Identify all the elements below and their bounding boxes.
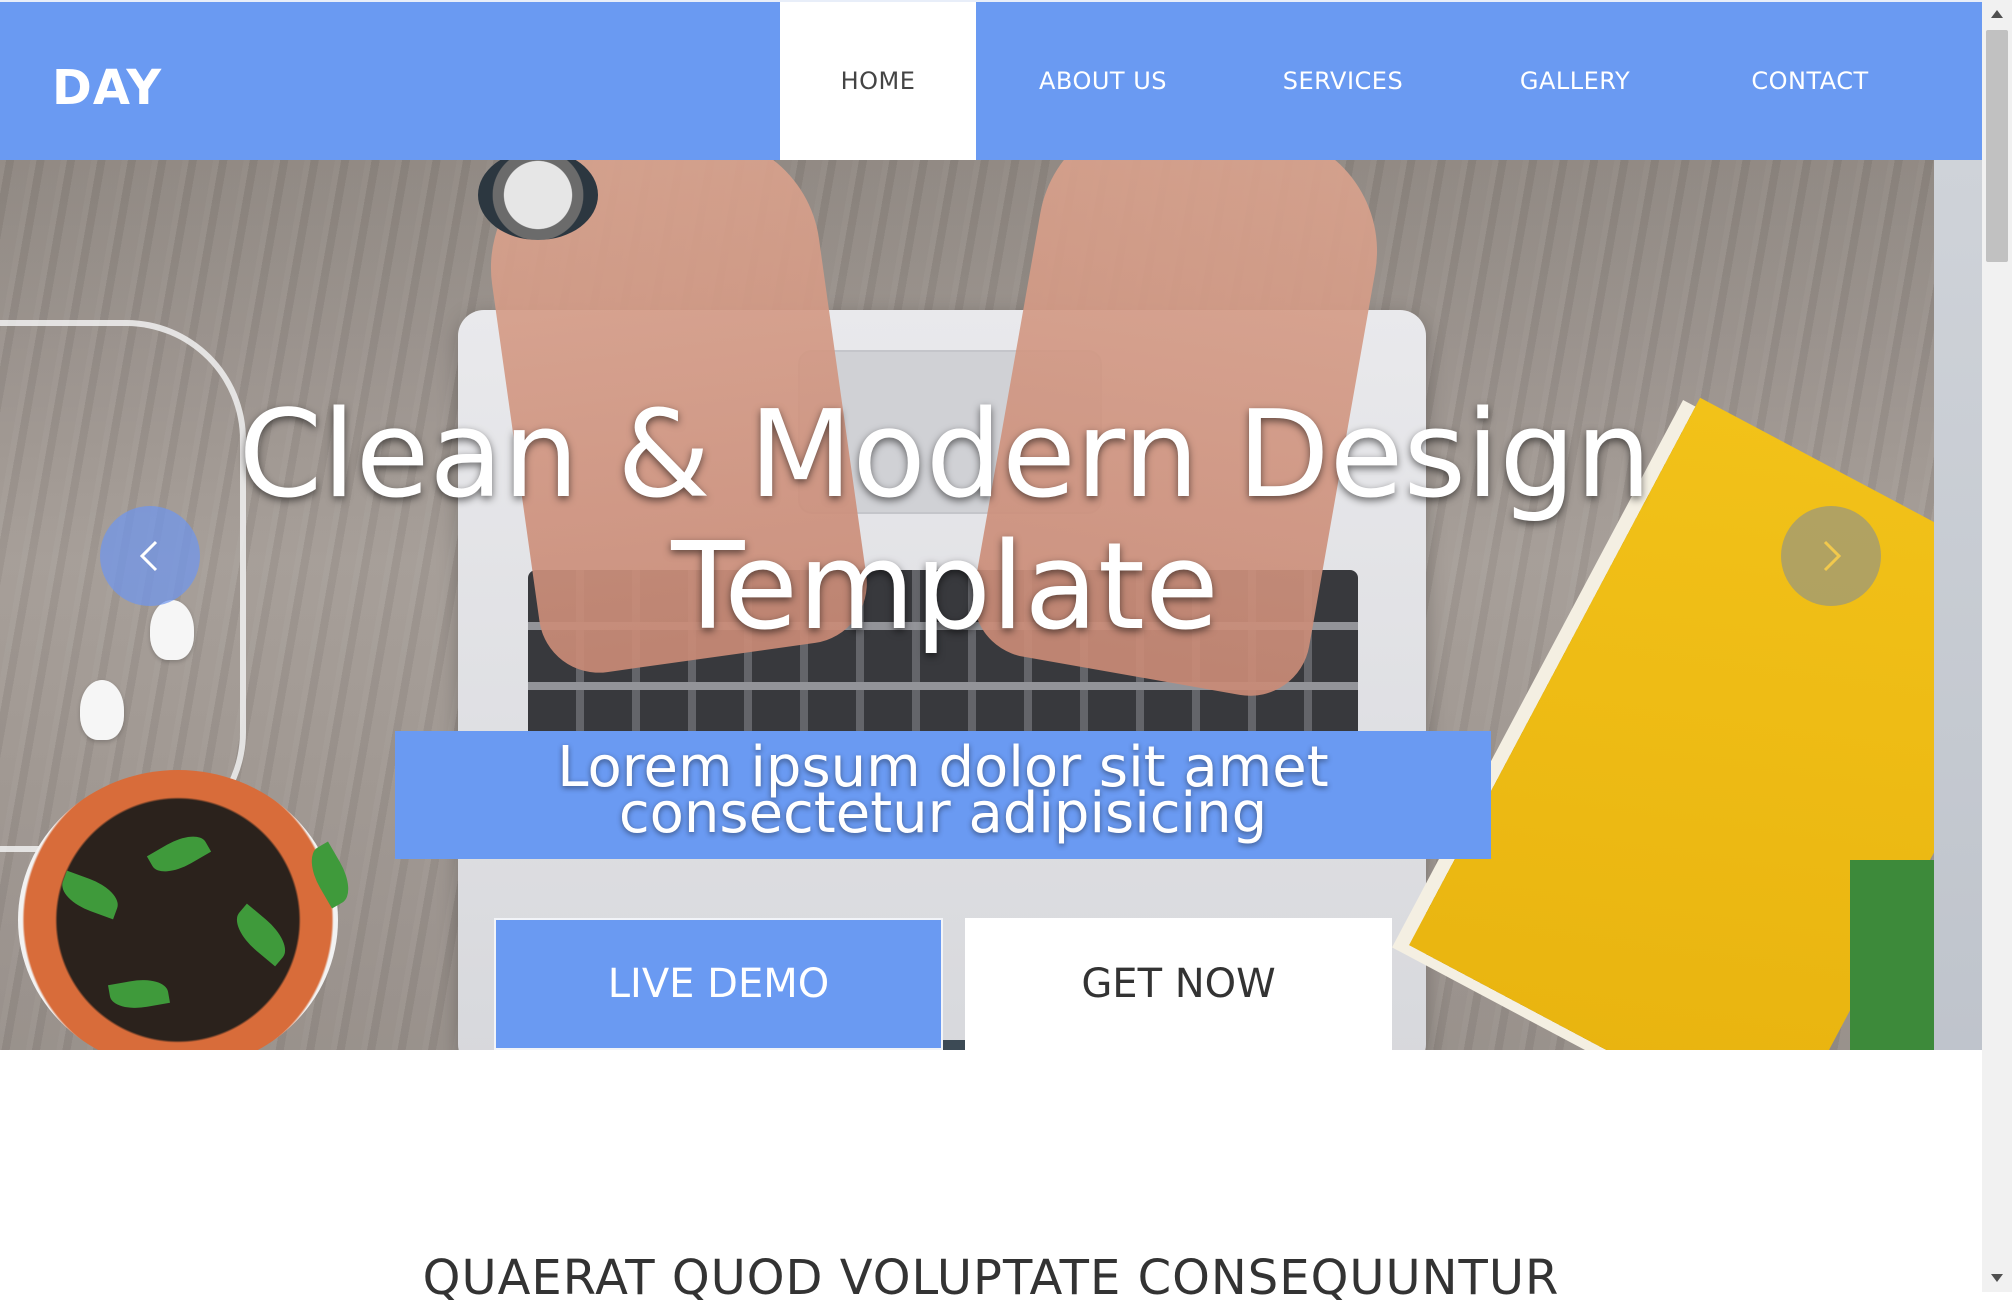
earbud: [80, 680, 124, 740]
carousel-next-button[interactable]: [1781, 506, 1881, 606]
site-header: DAY HOME ABOUT US SERVICES GALLERY CONTA…: [0, 0, 1982, 160]
hero-title-line-1: Clean & Modern Design: [238, 386, 1652, 525]
hero-title-line-2: Template: [671, 518, 1219, 657]
live-demo-button[interactable]: LIVE DEMO: [494, 918, 943, 1050]
hero-carousel: Clean & Modern Design Template Lorem ips…: [0, 160, 1982, 1050]
plant-pot: [18, 770, 338, 1050]
get-now-button[interactable]: GET NOW: [965, 918, 1392, 1050]
scrollbar-thumb[interactable]: [1986, 30, 2008, 262]
hero-subtitle: Lorem ipsum dolor sit amet consectetur a…: [395, 740, 1491, 842]
scroll-up-arrow-icon[interactable]: [1982, 0, 2012, 28]
nav-item-gallery[interactable]: GALLERY: [1456, 2, 1694, 160]
chevron-left-icon: [139, 540, 158, 572]
nav-item-about-us[interactable]: ABOUT US: [976, 2, 1230, 160]
hero-title: Clean & Modern Design Template: [220, 390, 1670, 654]
section-title: QUAERAT QUOD VOLUPTATE CONSEQUUNTUR: [422, 1250, 1560, 1306]
site-logo[interactable]: DAY: [52, 60, 162, 116]
photo-edge: [1934, 160, 1982, 1050]
carousel-prev-button[interactable]: [100, 506, 200, 606]
main-nav: HOME ABOUT US SERVICES GALLERY CONTACT: [780, 2, 1926, 160]
nav-item-services[interactable]: SERVICES: [1230, 2, 1456, 160]
nav-item-contact[interactable]: CONTACT: [1694, 2, 1926, 160]
scroll-down-arrow-icon[interactable]: [1982, 1264, 2012, 1292]
nav-item-home[interactable]: HOME: [780, 2, 976, 160]
earbud: [150, 600, 194, 660]
vertical-scrollbar[interactable]: [1982, 0, 2012, 1292]
chevron-right-icon: [1823, 540, 1842, 572]
